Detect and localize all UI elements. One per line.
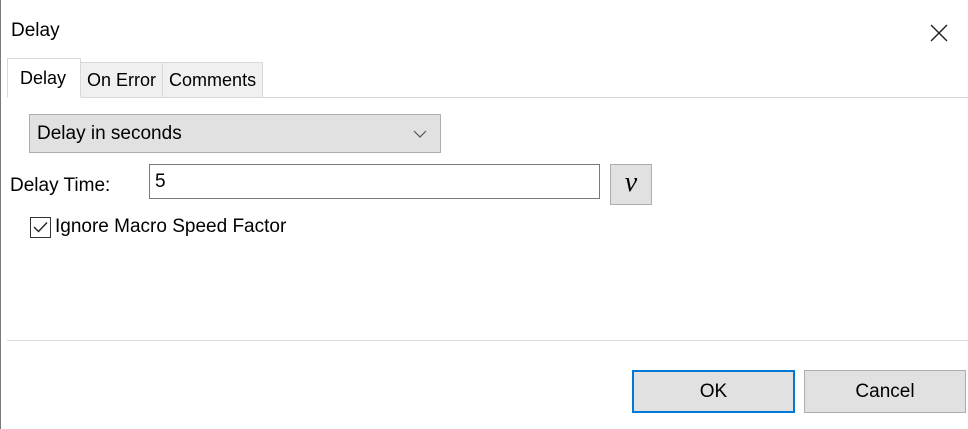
checkbox-box[interactable] xyxy=(30,216,51,238)
close-button[interactable] xyxy=(909,8,968,58)
delay-time-input[interactable] xyxy=(149,164,600,199)
checkmark-icon xyxy=(33,222,48,233)
delay-dialog: Delay Delay On Error Comments Delay in s… xyxy=(0,0,968,429)
footer-separator xyxy=(7,340,968,341)
chevron-down-icon xyxy=(400,115,440,152)
title-bar-top-strip xyxy=(1,0,968,8)
delay-time-label: Delay Time: xyxy=(10,175,111,196)
ignore-speed-factor-label: Ignore Macro Speed Factor xyxy=(55,216,287,237)
window-title: Delay xyxy=(11,20,60,41)
close-icon xyxy=(930,24,948,42)
tab-delay[interactable]: Delay xyxy=(7,58,82,98)
tab-strip: Delay On Error Comments xyxy=(7,58,264,98)
insert-variable-button[interactable]: v xyxy=(610,164,652,205)
tab-comments[interactable]: Comments xyxy=(162,62,264,98)
delay-type-selected: Delay in seconds xyxy=(37,122,182,144)
tab-on-error[interactable]: On Error xyxy=(80,62,164,98)
variable-icon: v xyxy=(624,166,638,198)
ok-button[interactable]: OK xyxy=(632,370,795,413)
delay-type-dropdown[interactable]: Delay in seconds xyxy=(29,114,441,153)
ignore-speed-factor-checkbox[interactable]: Ignore Macro Speed Factor xyxy=(30,216,286,238)
title-bar[interactable]: Delay xyxy=(1,0,968,62)
cancel-button[interactable]: Cancel xyxy=(804,370,966,413)
